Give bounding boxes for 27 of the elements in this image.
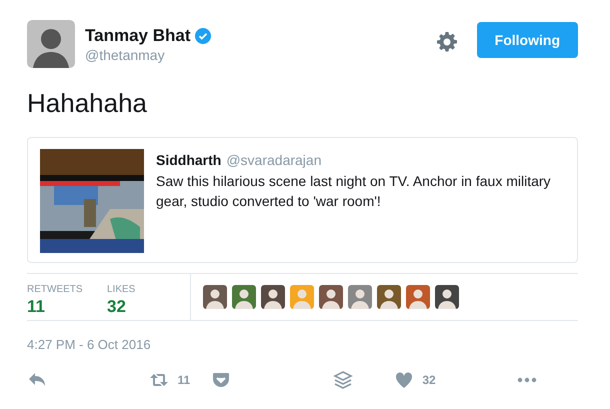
stat-count[interactable]: 11 [27,297,107,317]
avatar[interactable] [27,20,75,68]
liker-avatar[interactable] [203,285,227,309]
pocket-icon[interactable] [210,370,231,390]
quoted-author-name[interactable]: Siddharth [156,152,222,168]
action-count: 32 [422,373,436,387]
layers-icon[interactable] [333,370,354,390]
author-name[interactable]: Tanmay Bhat [85,26,190,46]
liker-avatar[interactable] [319,285,343,309]
stat-count[interactable]: 32 [107,297,187,317]
liker-avatar[interactable] [232,285,256,309]
quoted-author-handle[interactable]: @svaradarajan [226,152,322,168]
tweet-text: Hahahaha [27,87,148,119]
stat-label: RETWEETS [27,284,84,295]
action-count: 11 [177,373,190,387]
timestamp[interactable]: 4:27 PM - 6 Oct 2016 [27,337,578,352]
following-button[interactable]: Following [476,22,578,58]
quoted-tweet-text: Saw this hilarious scene last night on TV. Anchor in faux military gear, studio converted to 'war room'! [156,172,552,211]
author-handle[interactable]: @thetanmay [85,47,427,63]
liker-avatar[interactable] [261,285,285,309]
liker-avatar[interactable] [377,285,401,309]
liker-avatar[interactable] [435,285,459,309]
heart-icon[interactable] [394,370,414,390]
stat-label: LIKES [107,284,136,295]
liker-avatar[interactable] [406,285,430,309]
quoted-tweet-card[interactable]: Siddharth @svaradarajan Saw this hilarious scene last night on TV. Anchor in faux military gear, studio converted to 'war room'! [27,137,578,263]
settings-icon[interactable] [436,32,457,52]
